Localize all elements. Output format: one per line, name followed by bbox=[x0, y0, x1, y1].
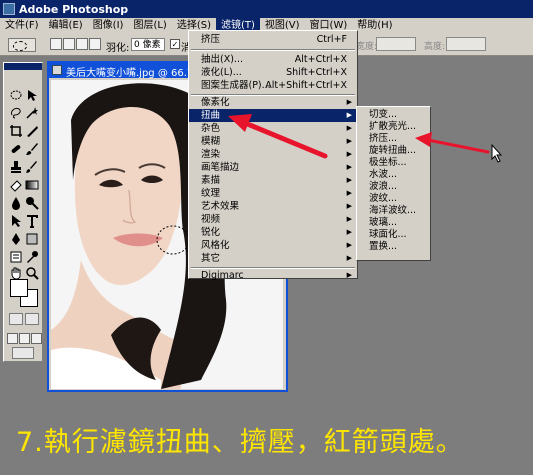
filter-menu-blur[interactable]: 模糊 ▶ bbox=[189, 135, 357, 148]
antialias-checkbox[interactable]: ✓ bbox=[170, 39, 180, 49]
app-titlebar: Adobe Photoshop bbox=[0, 0, 533, 18]
new-selection-icon[interactable] bbox=[50, 38, 62, 50]
distort-ripple[interactable]: 波纹... bbox=[357, 193, 430, 205]
filter-menu-artistic[interactable]: 艺术效果 ▶ bbox=[189, 200, 357, 213]
distort-zigzag[interactable]: 水波... bbox=[357, 169, 430, 181]
filter-menu-pattern-maker[interactable]: 图案生成器(P)... Alt+Shift+Ctrl+X bbox=[189, 79, 357, 92]
pen-tool-icon[interactable] bbox=[9, 232, 23, 246]
filter-menu-pixelate[interactable]: 像素化 ▶ bbox=[189, 96, 357, 109]
distort-spherize[interactable]: 球面化... bbox=[357, 229, 430, 241]
mouse-cursor-icon bbox=[491, 143, 503, 163]
distort-diffuse-glow[interactable]: 扩散亮光... bbox=[357, 121, 430, 133]
brush-tool-icon[interactable] bbox=[25, 142, 39, 156]
photoshop-app-icon bbox=[3, 3, 15, 15]
distort-twirl[interactable]: 旋转扭曲... bbox=[357, 145, 430, 157]
gradient-tool-icon[interactable] bbox=[25, 178, 39, 192]
filter-menu-distort[interactable]: 扭曲 ▶ bbox=[189, 109, 357, 122]
tool-palette bbox=[3, 62, 43, 362]
menu-separator bbox=[191, 49, 355, 51]
distort-pinch[interactable]: 挤压... bbox=[357, 133, 430, 145]
width-label: 宽度: bbox=[356, 42, 378, 52]
menu-image[interactable]: 图像(I) bbox=[88, 18, 129, 34]
history-brush-tool-icon[interactable] bbox=[25, 160, 39, 174]
menu-edit[interactable]: 编辑(E) bbox=[44, 18, 88, 34]
feather-label: 羽化: bbox=[106, 43, 130, 54]
distort-shear[interactable]: 切变... bbox=[357, 109, 430, 121]
filter-menu-last-filter[interactable]: 挤压 Ctrl+F bbox=[189, 33, 357, 46]
slice-tool-icon[interactable] bbox=[25, 124, 39, 138]
filter-menu-sharpen[interactable]: 锐化 ▶ bbox=[189, 226, 357, 239]
filter-menu-brush-strokes[interactable]: 画笔描边 ▶ bbox=[189, 161, 357, 174]
healing-brush-tool-icon[interactable] bbox=[9, 142, 23, 156]
type-tool-icon[interactable] bbox=[25, 214, 39, 228]
distort-wave[interactable]: 波浪... bbox=[357, 181, 430, 193]
filter-menu-texture[interactable]: 纹理 ▶ bbox=[189, 187, 357, 200]
filter-menu-digimarc[interactable]: Digimarc ▶ bbox=[189, 269, 357, 282]
quick-mask-mode-icon[interactable] bbox=[25, 313, 39, 325]
menu-file[interactable]: 文件(F) bbox=[0, 18, 44, 34]
distort-submenu: 切变... 扩散亮光... 挤压... 旋转扭曲... 极坐标... 水波...… bbox=[356, 106, 431, 261]
filter-menu-video[interactable]: 视频 ▶ bbox=[189, 213, 357, 226]
eraser-tool-icon[interactable] bbox=[9, 178, 23, 192]
eyedropper-tool-icon[interactable] bbox=[25, 250, 39, 264]
dodge-tool-icon[interactable] bbox=[25, 196, 39, 210]
blur-tool-icon[interactable] bbox=[9, 196, 23, 210]
crop-tool-icon[interactable] bbox=[9, 124, 23, 138]
filter-menu-dropdown: 挤压 Ctrl+F 抽出(X)... Alt+Ctrl+X 液化(L)... S… bbox=[188, 30, 358, 282]
document-icon bbox=[52, 65, 62, 75]
clone-stamp-tool-icon[interactable] bbox=[9, 160, 23, 174]
hand-tool-icon[interactable] bbox=[9, 266, 23, 280]
marquee-tool-icon[interactable] bbox=[9, 88, 23, 102]
elliptical-marquee-preset-button[interactable] bbox=[8, 38, 36, 52]
filter-menu-sketch[interactable]: 素描 ▶ bbox=[189, 174, 357, 187]
foreground-color-swatch[interactable] bbox=[10, 279, 28, 297]
distort-glass[interactable]: 玻璃... bbox=[357, 217, 430, 229]
filter-menu-render[interactable]: 渲染 ▶ bbox=[189, 148, 357, 161]
jump-to-imageready-icon[interactable] bbox=[12, 347, 34, 359]
menu-layer[interactable]: 图层(L) bbox=[128, 18, 171, 34]
distort-polar-coordinates[interactable]: 极坐标... bbox=[357, 157, 430, 169]
distort-ocean-ripple[interactable]: 海洋波纹... bbox=[357, 205, 430, 217]
menu-help[interactable]: 帮助(H) bbox=[352, 18, 397, 34]
lasso-tool-icon[interactable] bbox=[9, 106, 23, 120]
height-input[interactable] bbox=[446, 37, 486, 51]
path-selection-tool-icon[interactable] bbox=[9, 214, 23, 228]
filter-menu-liquify[interactable]: 液化(L)... Shift+Ctrl+X bbox=[189, 66, 357, 79]
tutorial-caption: 7.執行濾鏡扭曲、擠壓，紅箭頭處。 bbox=[16, 427, 464, 458]
subtract-selection-icon[interactable] bbox=[76, 38, 88, 50]
distort-displace[interactable]: 置换... bbox=[357, 241, 430, 253]
filter-menu-other[interactable]: 其它 ▶ bbox=[189, 252, 357, 265]
app-title: Adobe Photoshop bbox=[19, 2, 129, 16]
notes-tool-icon[interactable] bbox=[9, 250, 23, 264]
shape-tool-icon[interactable] bbox=[25, 232, 39, 246]
height-label: 高度: bbox=[424, 42, 446, 52]
tool-palette-titlebar[interactable] bbox=[4, 63, 42, 70]
magic-wand-tool-icon[interactable] bbox=[25, 106, 39, 120]
standard-mode-icon[interactable] bbox=[9, 313, 23, 325]
feather-input[interactable]: 0 像素 bbox=[131, 38, 165, 51]
filter-menu-stylize[interactable]: 风格化 ▶ bbox=[189, 239, 357, 252]
filter-menu-extract[interactable]: 抽出(X)... Alt+Ctrl+X bbox=[189, 53, 357, 66]
document-title: 美后大嘴变小嘴.jpg @ 66.7 bbox=[66, 68, 194, 79]
width-input[interactable] bbox=[376, 37, 416, 51]
filter-menu-noise[interactable]: 杂色 ▶ bbox=[189, 122, 357, 135]
standard-screen-mode-icon[interactable] bbox=[7, 333, 18, 344]
move-tool-icon[interactable] bbox=[25, 88, 39, 102]
full-screen-menubar-mode-icon[interactable] bbox=[19, 333, 30, 344]
add-to-selection-icon[interactable] bbox=[63, 38, 75, 50]
intersect-selection-icon[interactable] bbox=[89, 38, 101, 50]
full-screen-mode-icon[interactable] bbox=[31, 333, 42, 344]
zoom-tool-icon[interactable] bbox=[25, 266, 39, 280]
